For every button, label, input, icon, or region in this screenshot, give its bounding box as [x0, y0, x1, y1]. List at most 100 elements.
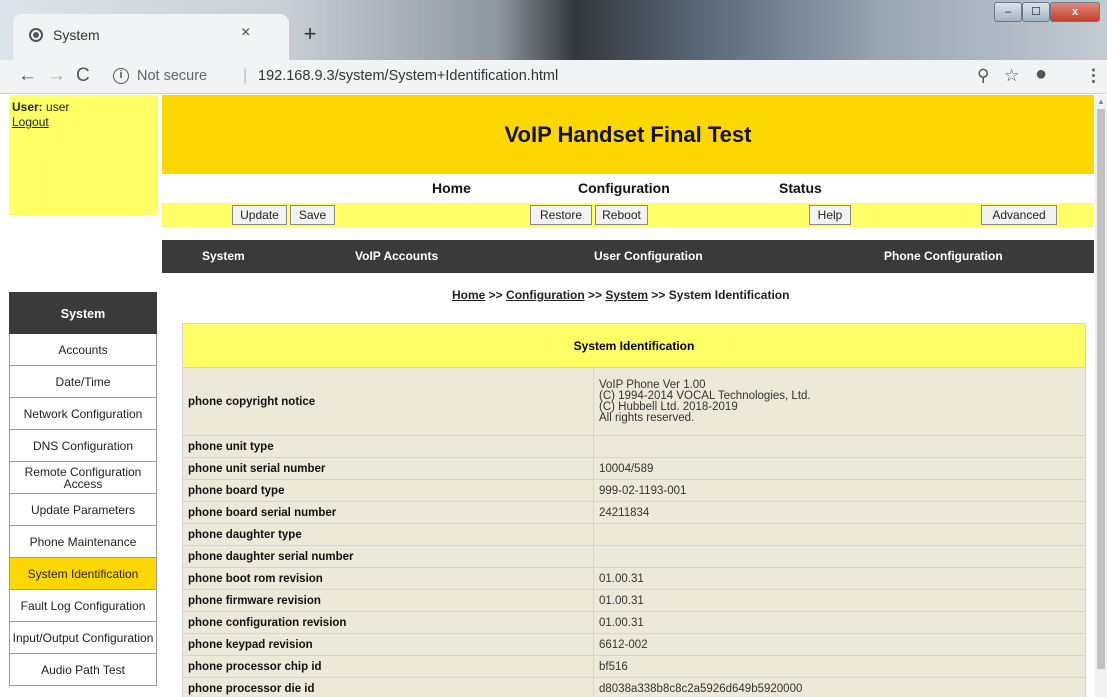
breadcrumb: Home >> Configuration >> System >> Syste… — [452, 288, 789, 302]
user-line: User: user — [12, 100, 69, 114]
sidebar-item-remote-configuration-access[interactable]: Remote Configuration Access — [9, 462, 157, 494]
copyright-line: All rights reserved. — [599, 411, 695, 424]
row-value: 01.00.31 — [593, 611, 1086, 634]
browser-toolbar: ← → C i Not secure | 192.168.9.3/system/… — [0, 60, 1107, 94]
breadcrumb-separator: >> — [584, 288, 606, 302]
breadcrumb-separator: >> — [485, 288, 507, 302]
scrollbar-thumb[interactable] — [1097, 109, 1105, 669]
row-key: phone unit serial number — [182, 457, 594, 480]
globe-icon — [29, 28, 43, 42]
section-voip-accounts[interactable]: VoIP Accounts — [355, 249, 438, 263]
top-nav: Home Configuration Status — [162, 178, 1094, 200]
new-tab-button[interactable]: + — [296, 22, 324, 48]
section-user-configuration[interactable]: User Configuration — [594, 249, 703, 263]
address-bar[interactable]: 192.168.9.3/system/System+Identification… — [258, 68, 558, 84]
bookmark-star-icon[interactable]: ☆ — [1004, 66, 1019, 86]
row-key: phone boot rom revision — [182, 567, 594, 590]
user-name: user — [46, 100, 70, 114]
security-label[interactable]: Not secure — [137, 68, 207, 84]
reboot-button[interactable]: Reboot — [595, 205, 648, 225]
sidebar-item-date-time[interactable]: Date/Time — [9, 366, 157, 398]
menu-kebab-icon[interactable]: ⋮ — [1085, 66, 1102, 86]
row-key: phone daughter type — [182, 523, 594, 546]
sidebar-item-system-identification[interactable]: System Identification — [9, 558, 157, 590]
sidebar-heading: System — [9, 292, 157, 334]
sidebar: System Accounts Date/Time Network Config… — [9, 292, 157, 686]
help-button[interactable]: Help — [809, 205, 851, 225]
sidebar-item-input-output-configuration[interactable]: Input/Output Configuration — [9, 622, 157, 654]
page-title: VoIP Handset Final Test — [504, 122, 752, 147]
info-icon[interactable]: i — [113, 68, 129, 84]
nav-home[interactable]: Home — [432, 180, 471, 196]
row-value — [593, 545, 1086, 568]
breadcrumb-home[interactable]: Home — [452, 288, 485, 302]
restore-button[interactable]: Restore — [530, 205, 592, 225]
table-row: phone boot rom revision 01.00.31 — [182, 567, 1086, 590]
breadcrumb-current: System Identification — [668, 288, 790, 302]
sidebar-item-accounts[interactable]: Accounts — [9, 334, 157, 366]
zoom-icon[interactable]: ⚲ — [977, 66, 989, 86]
browser-tab[interactable]: System × — [13, 14, 289, 60]
forward-arrow-icon[interactable]: → — [47, 65, 66, 87]
save-button[interactable]: Save — [290, 205, 335, 225]
close-tab-icon[interactable]: × — [241, 24, 250, 42]
copyright-line: (C) Hubbell Ltd. 2018-2019 — [599, 400, 738, 413]
window-maximize-button[interactable]: ☐ — [1022, 2, 1050, 22]
row-value: 10004/589 — [593, 457, 1086, 480]
table-row: phone daughter serial number — [182, 545, 1086, 568]
window-minimize-button[interactable]: – — [994, 2, 1022, 22]
section-system[interactable]: System — [202, 249, 245, 263]
sidebar-item-fault-log-configuration[interactable]: Fault Log Configuration — [9, 590, 157, 622]
table-row: phone configuration revision 01.00.31 — [182, 611, 1086, 634]
row-key: phone keypad revision — [182, 633, 594, 656]
table-title: System Identification — [182, 323, 1086, 368]
row-value: d8038a338b8c8c2a5926d649b5920000 — [593, 677, 1086, 697]
row-key: phone unit type — [182, 435, 594, 458]
row-value: 999-02-1193-001 — [593, 479, 1086, 502]
copyright-line: (C) 1994-2014 VOCAL Technologies, Ltd. — [599, 389, 811, 402]
web-page: User: user Logout VoIP Handset Final Tes… — [0, 95, 1095, 697]
row-value — [593, 435, 1086, 458]
section-phone-configuration[interactable]: Phone Configuration — [884, 249, 1003, 263]
sidebar-item-phone-maintenance[interactable]: Phone Maintenance — [9, 526, 157, 558]
sidebar-item-update-parameters[interactable]: Update Parameters — [9, 494, 157, 526]
breadcrumb-separator: >> — [648, 288, 669, 302]
row-key: phone board type — [182, 479, 594, 502]
row-value: 01.00.31 — [593, 589, 1086, 612]
row-key: phone copyright notice — [182, 367, 594, 436]
page-scrollbar[interactable]: ▲ — [1095, 95, 1107, 697]
row-value: bf516 — [593, 655, 1086, 678]
scroll-up-arrow-icon[interactable]: ▲ — [1097, 97, 1105, 106]
sidebar-item-network-configuration[interactable]: Network Configuration — [9, 398, 157, 430]
update-button[interactable]: Update — [232, 205, 287, 225]
window-close-button[interactable]: x — [1050, 2, 1100, 22]
sidebar-item-audio-path-test[interactable]: Audio Path Test — [9, 654, 157, 686]
reload-icon[interactable]: C — [76, 65, 90, 87]
logout-link[interactable]: Logout — [12, 115, 49, 129]
row-value: VoIP Phone Ver 1.00 (C) 1994-2014 VOCAL … — [593, 367, 1086, 436]
profile-icon[interactable]: ● — [1035, 63, 1047, 86]
system-identification-table: System Identification phone copyright no… — [182, 323, 1086, 697]
action-button-bar: Update Save Restore Reboot Help Advanced — [162, 203, 1094, 227]
nav-configuration[interactable]: Configuration — [578, 180, 670, 196]
advanced-button[interactable]: Advanced — [981, 205, 1057, 225]
browser-tabstrip: System × + – ☐ x — [0, 0, 1107, 60]
nav-status[interactable]: Status — [779, 180, 822, 196]
section-nav: System VoIP Accounts User Configuration … — [162, 240, 1094, 273]
sidebar-item-dns-configuration[interactable]: DNS Configuration — [9, 430, 157, 462]
row-key: phone processor chip id — [182, 655, 594, 678]
tab-title: System — [53, 27, 100, 43]
table-row: phone keypad revision 6612-002 — [182, 633, 1086, 656]
table-row: phone board serial number 24211834 — [182, 501, 1086, 524]
table-row: phone copyright notice VoIP Phone Ver 1.… — [182, 367, 1086, 436]
table-row: phone processor chip id bf516 — [182, 655, 1086, 678]
copyright-line: VoIP Phone Ver 1.00 — [599, 378, 706, 391]
breadcrumb-configuration[interactable]: Configuration — [506, 288, 585, 302]
table-row: phone processor die id d8038a338b8c8c2a59… — [182, 677, 1086, 697]
back-arrow-icon[interactable]: ← — [18, 65, 37, 87]
row-key: phone board serial number — [182, 501, 594, 524]
row-key: phone daughter serial number — [182, 545, 594, 568]
table-row: phone board type 999-02-1193-001 — [182, 479, 1086, 502]
breadcrumb-system[interactable]: System — [605, 288, 648, 302]
row-value: 01.00.31 — [593, 567, 1086, 590]
